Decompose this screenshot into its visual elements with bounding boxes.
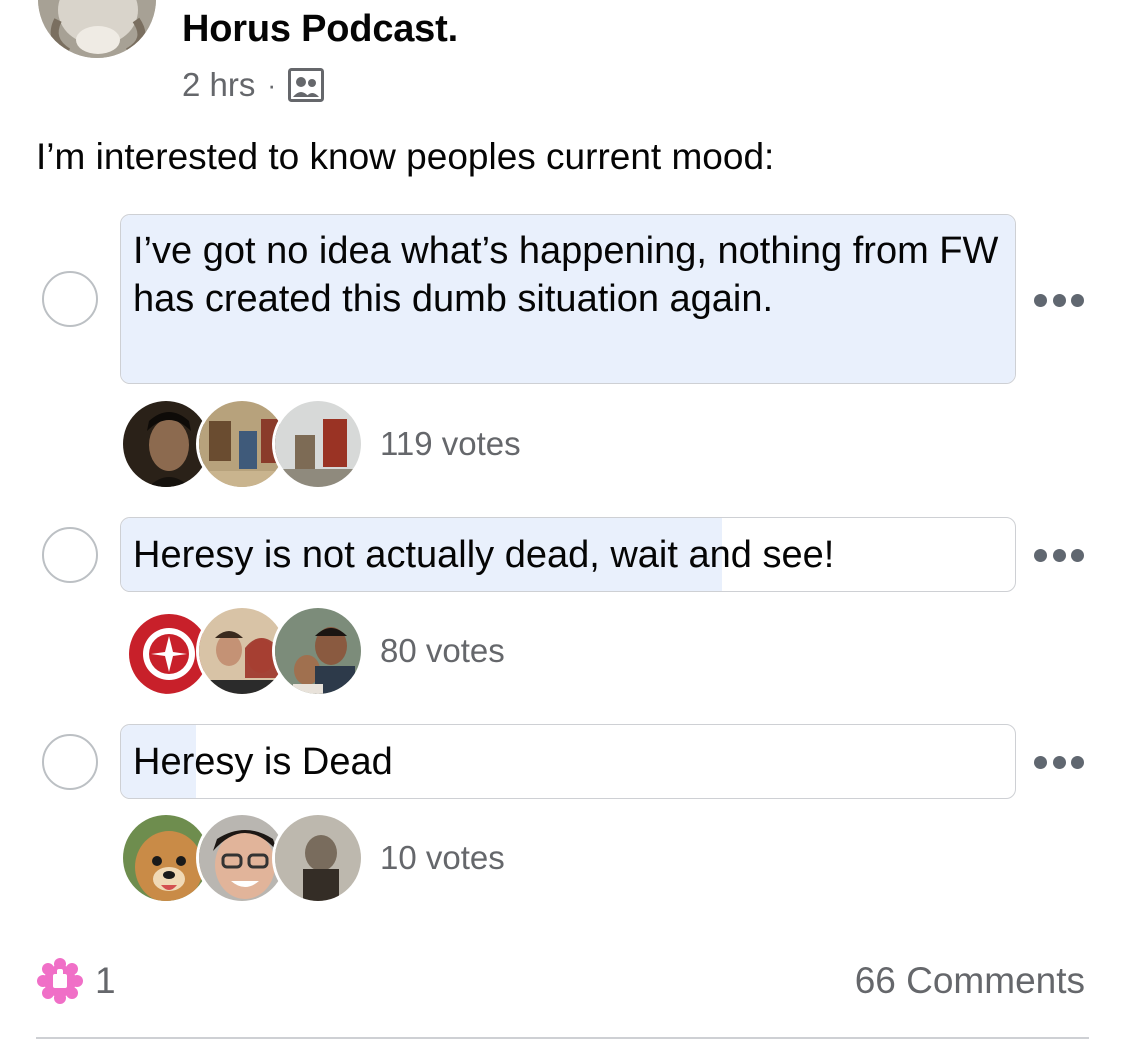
poll-option-2-more-icon[interactable] bbox=[1034, 547, 1084, 563]
poll-option-3-more-icon[interactable] bbox=[1034, 754, 1084, 770]
post-meta: 2 hrs · bbox=[182, 66, 325, 104]
voter-avatar bbox=[272, 812, 364, 904]
reaction-count[interactable]: 1 bbox=[95, 960, 116, 1002]
group-avatar[interactable] bbox=[38, 0, 156, 58]
poll-option-1-votes: 119 votes bbox=[380, 425, 521, 462]
divider bbox=[36, 1037, 1089, 1039]
poll-option-3-radio[interactable] bbox=[42, 734, 98, 790]
comments-link[interactable]: 66 Comments bbox=[855, 960, 1085, 1002]
voter-avatar bbox=[272, 398, 364, 490]
poll-option-1-voters[interactable]: 119 votes bbox=[120, 398, 521, 490]
group-name[interactable]: Horus Podcast. bbox=[182, 8, 458, 51]
poll-option-3-votes: 10 votes bbox=[380, 839, 505, 876]
care-reaction-icon[interactable] bbox=[36, 957, 84, 1005]
poll-option-2-voters[interactable]: 80 votes bbox=[120, 605, 505, 697]
meta-separator: · bbox=[267, 69, 277, 100]
poll-option-3[interactable]: Heresy is Dead bbox=[120, 724, 1016, 799]
post-text: I’m interested to know peoples current m… bbox=[36, 136, 775, 177]
poll-option-2-votes: 80 votes bbox=[380, 632, 505, 669]
poll-option-1-radio[interactable] bbox=[42, 271, 98, 327]
poll-option-3-label: Heresy is Dead bbox=[133, 741, 393, 783]
poll-option-2-label: Heresy is not actually dead, wait and se… bbox=[133, 534, 835, 576]
poll-option-2-radio[interactable] bbox=[42, 527, 98, 583]
post-timestamp[interactable]: 2 hrs bbox=[182, 66, 255, 104]
poll-option-1[interactable]: I’ve got no idea what’s happening, nothi… bbox=[120, 214, 1016, 384]
poll-option-3-voters[interactable]: 10 votes bbox=[120, 812, 505, 904]
group-audience-icon bbox=[288, 68, 325, 102]
poll-option-1-label: I’ve got no idea what’s happening, nothi… bbox=[133, 230, 999, 320]
poll-option-1-more-icon[interactable] bbox=[1034, 292, 1084, 308]
poll-option-2[interactable]: Heresy is not actually dead, wait and se… bbox=[120, 517, 1016, 592]
voter-avatar bbox=[272, 605, 364, 697]
goat-avatar-image bbox=[38, 0, 156, 58]
